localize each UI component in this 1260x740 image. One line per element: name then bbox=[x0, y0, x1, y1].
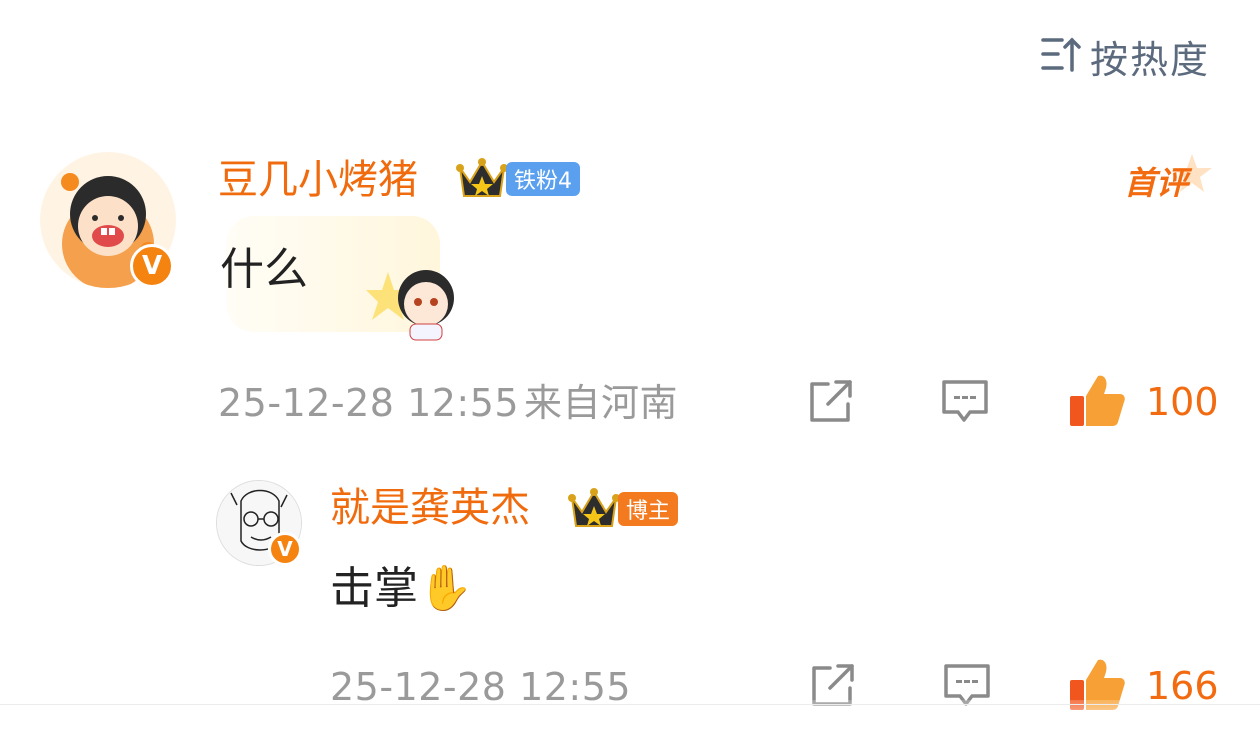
sort-label: 按热度 bbox=[1090, 37, 1211, 82]
cartoon-sticker-icon bbox=[366, 262, 462, 346]
like-button[interactable]: 100 bbox=[1068, 372, 1219, 432]
verified-badge: V bbox=[268, 532, 302, 566]
sort-arrow-icon bbox=[1040, 34, 1084, 78]
username[interactable]: 豆几小烤猪 bbox=[218, 152, 418, 208]
comment-timestamp: 25-12-28 12:55 bbox=[218, 381, 520, 425]
thumbs-up-icon bbox=[1068, 372, 1126, 432]
verified-badge: V bbox=[130, 244, 174, 288]
first-comment-tag: 首评 bbox=[1122, 150, 1214, 210]
blogger-badge: 博主 bbox=[618, 492, 679, 526]
raised-hand-emoji-icon: ✋ bbox=[418, 563, 473, 614]
comment-text: 什么 bbox=[220, 244, 308, 295]
bottom-fade-overlay bbox=[0, 700, 1260, 740]
share-icon[interactable] bbox=[806, 378, 856, 430]
crown-icon bbox=[456, 156, 508, 204]
crown-icon bbox=[568, 486, 620, 534]
username[interactable]: 就是龚英杰 bbox=[330, 480, 530, 536]
comment-location: 来自河南 bbox=[524, 381, 679, 425]
sort-by-hot-button[interactable]: 按热度 bbox=[1040, 30, 1210, 82]
comment-text: 击掌✋ bbox=[330, 563, 473, 614]
like-count: 100 bbox=[1146, 380, 1219, 424]
comment-reply-icon[interactable] bbox=[940, 378, 990, 430]
fan-level-badge: 铁粉4 bbox=[506, 162, 580, 196]
